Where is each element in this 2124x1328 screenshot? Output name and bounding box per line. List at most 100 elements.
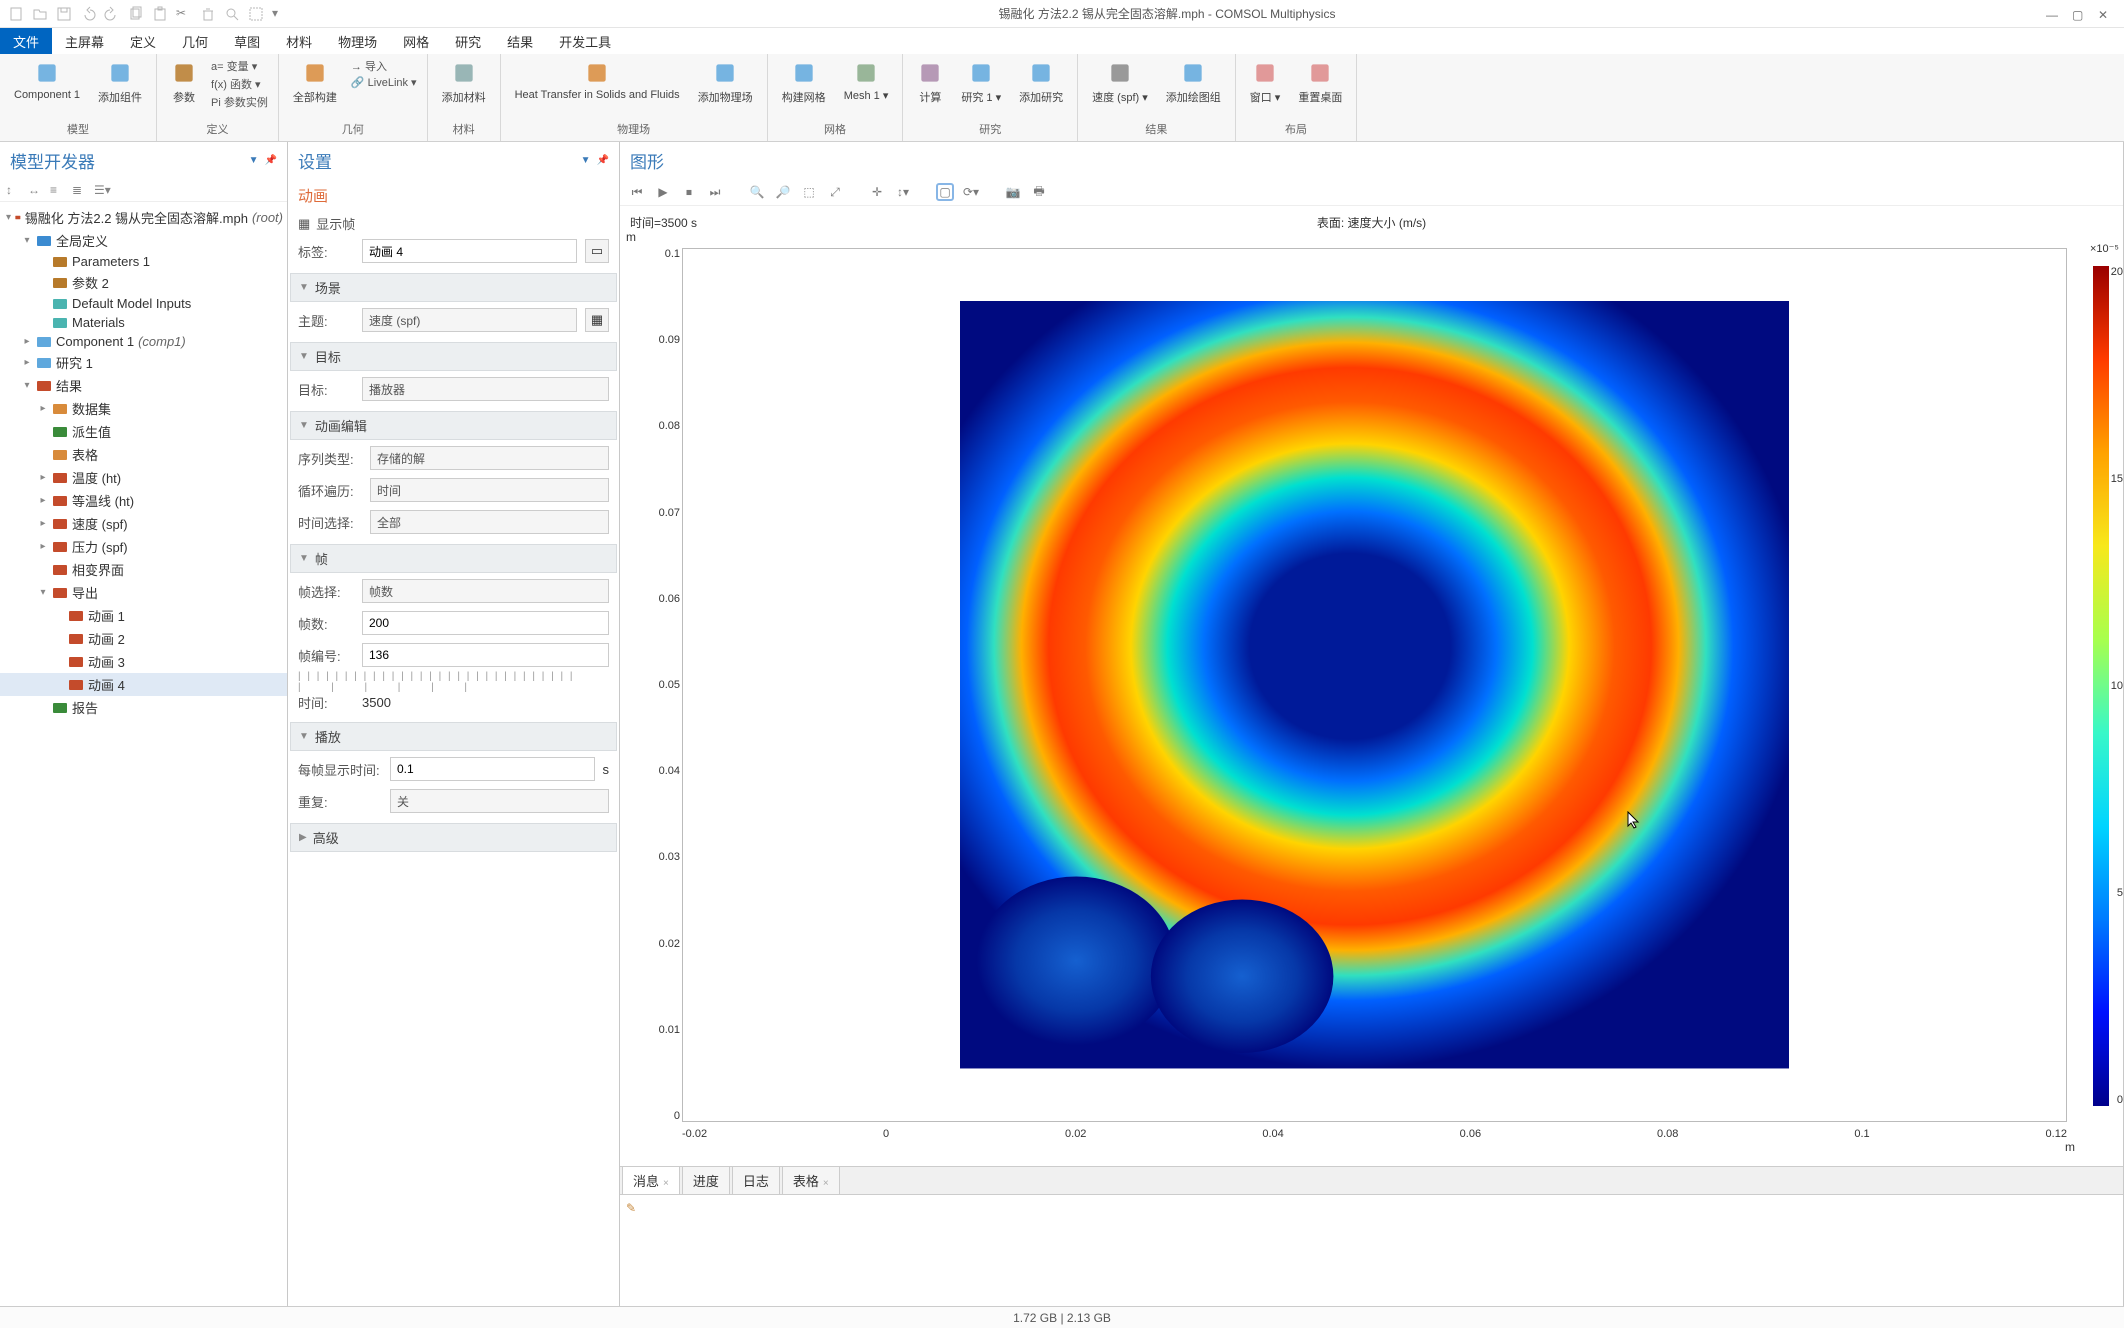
goto-plot-icon[interactable]: ▦ bbox=[585, 308, 609, 332]
tree-node[interactable]: ▸数据集 bbox=[0, 397, 287, 420]
ribbon-参数[interactable]: 参数 bbox=[167, 58, 201, 107]
perframe-input[interactable] bbox=[390, 757, 595, 781]
theme-select[interactable]: 速度 (spf) bbox=[362, 308, 577, 332]
bottom-tab-进度[interactable]: 进度 bbox=[682, 1166, 730, 1194]
menu-开发工具[interactable]: 开发工具 bbox=[546, 28, 624, 54]
ribbon-添加绘图组[interactable]: 添加绘图组 bbox=[1162, 58, 1225, 107]
pin-icon[interactable]: 📌 bbox=[265, 155, 277, 166]
expand-icon[interactable]: ▾ bbox=[22, 235, 32, 246]
section-target[interactable]: ▼目标 bbox=[290, 342, 617, 371]
tree-node[interactable]: ▾全局定义 bbox=[0, 229, 287, 252]
collapse-icon[interactable]: ↕ bbox=[6, 183, 22, 197]
scene-light-icon[interactable]: ▢ bbox=[936, 183, 954, 201]
expand-icon[interactable]: ↔ bbox=[28, 183, 44, 197]
ribbon-stack-item[interactable]: 🔗 LiveLink ▾ bbox=[351, 76, 417, 89]
ribbon-速度 (spf) ▾[interactable]: 速度 (spf) ▾ bbox=[1088, 58, 1152, 107]
tree-node[interactable]: 动画 2 bbox=[0, 627, 287, 650]
menu-主屏幕[interactable]: 主屏幕 bbox=[52, 28, 117, 54]
tree-node[interactable]: 动画 1 bbox=[0, 604, 287, 627]
cut-icon[interactable]: ✂ bbox=[176, 6, 192, 22]
frame-slider[interactable]: | | | | | | | | | | | | | | | | | | | | … bbox=[288, 671, 619, 689]
open-icon[interactable] bbox=[32, 6, 48, 22]
close-icon[interactable]: ✕ bbox=[2098, 8, 2110, 20]
panel-menu-icon[interactable]: ▼ bbox=[249, 155, 259, 166]
menu-物理场[interactable]: 物理场 bbox=[325, 28, 390, 54]
ribbon-stack-item[interactable]: a= 变量 ▾ bbox=[211, 58, 268, 74]
ribbon-全部构建[interactable]: 全部构建 bbox=[289, 58, 341, 107]
settings-menu-icon[interactable]: ▼ bbox=[581, 155, 591, 166]
menu-材料[interactable]: 材料 bbox=[273, 28, 325, 54]
ribbon-stack-item[interactable]: Pi 参数实例 bbox=[211, 94, 268, 110]
tree-node[interactable]: ▾结果 bbox=[0, 374, 287, 397]
zoom-box-icon[interactable]: ⬚ bbox=[800, 183, 818, 201]
expand-icon[interactable]: ▸ bbox=[38, 495, 48, 506]
tree-node[interactable]: 参数 2 bbox=[0, 271, 287, 294]
maximize-icon[interactable]: ▢ bbox=[2072, 8, 2084, 20]
plot-area[interactable]: 时间=3500 s 表面: 速度大小 (m/s) m m ×10⁻⁵ 0.10.… bbox=[620, 206, 2123, 1166]
snapshot-icon[interactable]: 📷 bbox=[1004, 183, 1022, 201]
zoom-out-icon[interactable]: 🔎 bbox=[774, 183, 792, 201]
ribbon-计算[interactable]: 计算 bbox=[913, 58, 947, 107]
new-icon[interactable] bbox=[8, 6, 24, 22]
tree-node[interactable]: Parameters 1 bbox=[0, 252, 287, 271]
bottom-tab-消息[interactable]: 消息× bbox=[622, 1166, 680, 1194]
select-icon[interactable]: ✛ bbox=[868, 183, 886, 201]
tree-node[interactable]: ▾导出 bbox=[0, 581, 287, 604]
menu-结果[interactable]: 结果 bbox=[494, 28, 546, 54]
expand-icon[interactable]: ▸ bbox=[38, 403, 48, 414]
ribbon-构建网格[interactable]: 构建网格 bbox=[778, 58, 830, 107]
tree-node[interactable]: Default Model Inputs bbox=[0, 294, 287, 313]
stop-icon[interactable]: ⏹ bbox=[680, 183, 698, 201]
ribbon-Heat Transfer in Solids and Fluids[interactable]: Heat Transfer in Solids and Fluids bbox=[511, 58, 684, 103]
tree-node[interactable]: 派生值 bbox=[0, 420, 287, 443]
last-frame-icon[interactable]: ⏭ bbox=[706, 183, 724, 201]
expand-icon[interactable]: ▸ bbox=[38, 518, 48, 529]
zoom-extents2-icon[interactable]: ⤢ bbox=[826, 183, 844, 201]
settings-pin-icon[interactable]: 📌 bbox=[597, 155, 609, 166]
ribbon-研究 1 ▾[interactable]: 研究 1 ▾ bbox=[957, 58, 1005, 107]
section-frame[interactable]: ▼帧 bbox=[290, 544, 617, 573]
seq-select[interactable]: 存储的解 bbox=[370, 446, 609, 470]
ribbon-重置桌面[interactable]: 重置桌面 bbox=[1294, 58, 1346, 107]
bottom-tab-表格[interactable]: 表格× bbox=[782, 1166, 840, 1194]
repeat-select[interactable]: 关 bbox=[390, 789, 609, 813]
bottom-tab-日志[interactable]: 日志 bbox=[732, 1166, 780, 1194]
tab-close-icon[interactable]: × bbox=[823, 1178, 829, 1189]
ribbon-stack-item[interactable]: f(x) 函数 ▾ bbox=[211, 76, 268, 92]
refresh-icon[interactable]: ⟳▾ bbox=[962, 183, 980, 201]
loop-select[interactable]: 时间 bbox=[370, 478, 609, 502]
undo-icon[interactable] bbox=[80, 6, 96, 22]
expand-icon[interactable]: ▾ bbox=[6, 212, 11, 223]
first-frame-icon[interactable]: ⏮ bbox=[628, 183, 646, 201]
tree-node[interactable]: ▸研究 1 bbox=[0, 351, 287, 374]
tab-close-icon[interactable]: × bbox=[663, 1178, 669, 1189]
tree-node[interactable]: 表格 bbox=[0, 443, 287, 466]
menu-网格[interactable]: 网格 bbox=[390, 28, 442, 54]
ribbon-添加组件[interactable]: 添加组件 bbox=[94, 58, 146, 107]
rotate-icon[interactable]: ↕▾ bbox=[894, 183, 912, 201]
redo-icon[interactable] bbox=[104, 6, 120, 22]
expand-icon[interactable]: ▸ bbox=[38, 472, 48, 483]
ribbon-添加研究[interactable]: 添加研究 bbox=[1015, 58, 1067, 107]
section-advanced[interactable]: ▶高级 bbox=[290, 823, 617, 852]
menu-几何[interactable]: 几何 bbox=[169, 28, 221, 54]
ribbon-窗口 ▾[interactable]: 窗口 ▾ bbox=[1246, 58, 1285, 107]
tree-node[interactable]: ▸压力 (spf) bbox=[0, 535, 287, 558]
section-play[interactable]: ▼播放 bbox=[290, 722, 617, 751]
save-icon[interactable] bbox=[56, 6, 72, 22]
label-input[interactable] bbox=[362, 239, 577, 263]
expand-icon[interactable]: ▸ bbox=[22, 357, 32, 368]
tree-node[interactable]: ▸等温线 (ht) bbox=[0, 489, 287, 512]
label-edit-icon[interactable]: ▭ bbox=[585, 239, 609, 263]
show-frame-button[interactable]: ▦ 显示帧 bbox=[288, 212, 619, 235]
timesel-select[interactable]: 全部 bbox=[370, 510, 609, 534]
menu-文件[interactable]: 文件 bbox=[0, 28, 52, 54]
expand-icon[interactable]: ▾ bbox=[38, 587, 48, 598]
tree-view1-icon[interactable]: ≡ bbox=[50, 183, 66, 197]
ribbon-Mesh 1 ▾[interactable]: Mesh 1 ▾ bbox=[840, 58, 893, 104]
framesel-select[interactable]: 帧数 bbox=[362, 579, 609, 603]
expand-icon[interactable]: ▸ bbox=[22, 336, 32, 347]
tree-node[interactable]: Materials bbox=[0, 313, 287, 332]
tree-node[interactable]: 报告 bbox=[0, 696, 287, 719]
minimize-icon[interactable]: — bbox=[2046, 8, 2058, 20]
